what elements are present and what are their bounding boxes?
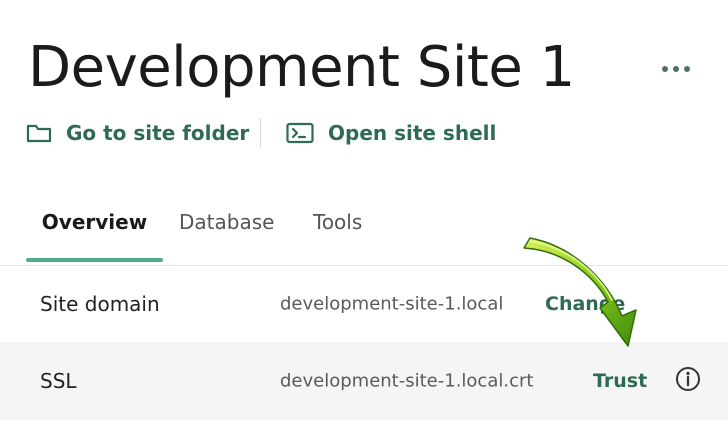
trust-certificate-link[interactable]: Trust <box>593 370 647 392</box>
tab-overview[interactable]: Overview <box>26 196 163 248</box>
ssl-row: SSL development-site-1.local.crt Trust <box>0 342 728 420</box>
tab-bar: Overview Database Tools <box>0 196 728 266</box>
terminal-icon <box>286 122 314 144</box>
folder-icon <box>26 122 52 144</box>
change-domain-link[interactable]: Change <box>545 293 625 315</box>
site-domain-value: development-site-1.local <box>280 293 504 315</box>
site-domain-row: Site domain development-site-1.local Cha… <box>0 266 728 342</box>
ssl-certificate-value: development-site-1.local.crt <box>280 370 534 392</box>
page-title: Development Site 1 <box>28 35 575 100</box>
go-to-site-folder-button[interactable]: Go to site folder <box>26 116 249 150</box>
site-domain-label: Site domain <box>40 292 160 316</box>
open-site-shell-label: Open site shell <box>328 121 497 145</box>
ssl-label: SSL <box>40 369 77 393</box>
tab-database[interactable]: Database <box>179 196 274 248</box>
open-site-shell-button[interactable]: Open site shell <box>286 116 496 150</box>
more-options-button[interactable] <box>652 50 700 88</box>
active-tab-indicator <box>26 258 163 262</box>
info-icon[interactable] <box>674 365 702 397</box>
tab-tools[interactable]: Tools <box>313 196 362 248</box>
more-horizontal-icon <box>662 66 668 72</box>
action-divider <box>260 118 261 148</box>
go-to-site-folder-label: Go to site folder <box>66 121 250 145</box>
